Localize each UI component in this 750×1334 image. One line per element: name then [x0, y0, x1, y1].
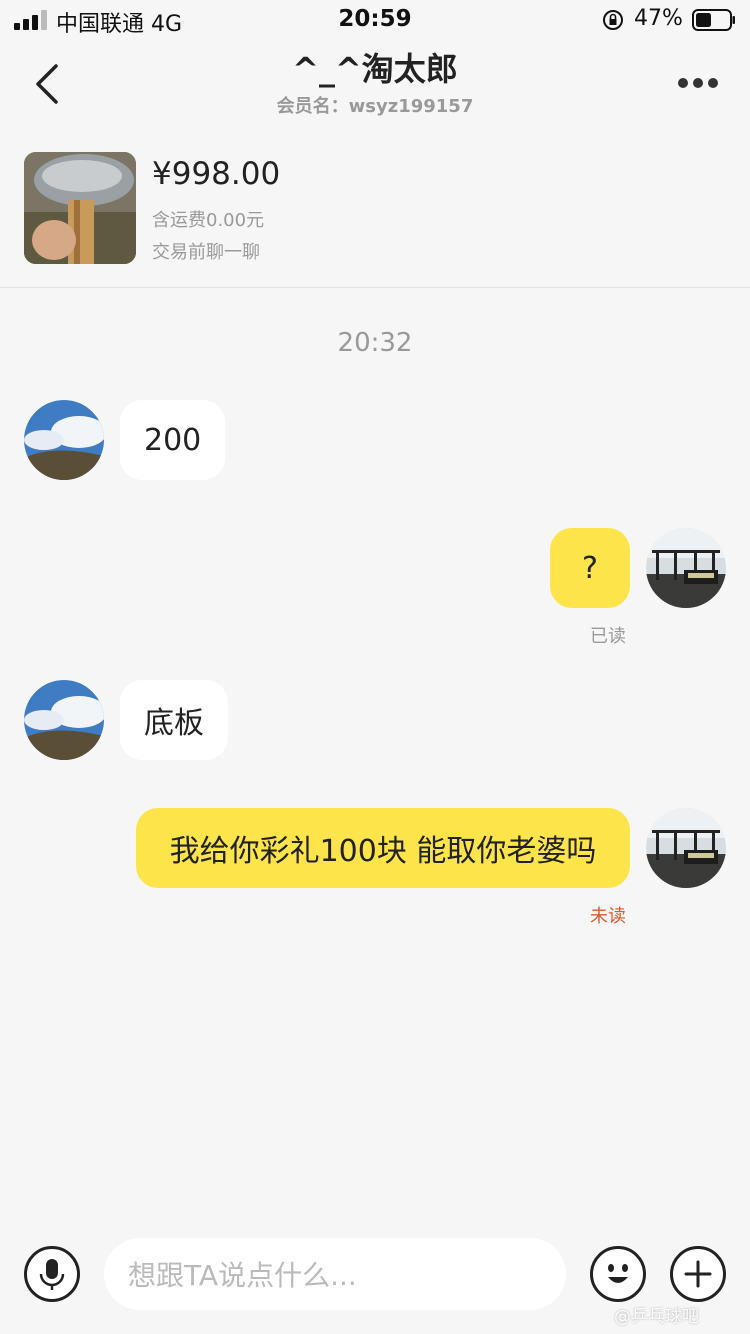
- plus-icon: [684, 1260, 712, 1288]
- divider: [0, 287, 750, 288]
- smiley-icon: [608, 1264, 628, 1283]
- message-bubble[interactable]: 我给你彩礼100块 能取你老婆吗: [136, 808, 630, 888]
- watermark: @乒乓球吧: [614, 1307, 699, 1327]
- unread-status: 未读: [590, 906, 626, 927]
- my-avatar[interactable]: [646, 528, 726, 608]
- message-bubble[interactable]: 底板: [120, 680, 228, 760]
- status-bar: 中国联通 4G 20:59 47%: [0, 0, 750, 40]
- more-options-icon[interactable]: [676, 78, 720, 90]
- page-title: ^_^淘太郎: [292, 50, 458, 88]
- message-bubble[interactable]: ?: [550, 528, 630, 608]
- member-name: 会员名：wsyz199157: [276, 96, 474, 117]
- shipping-fee: 含运费0.00元: [152, 210, 265, 231]
- rotation-lock-icon: [603, 10, 623, 30]
- more-actions-button[interactable]: [670, 1246, 726, 1302]
- battery-icon: [692, 9, 735, 31]
- battery-percent: 47%: [634, 6, 683, 31]
- emoji-button[interactable]: [590, 1246, 646, 1302]
- my-avatar[interactable]: [646, 808, 726, 888]
- product-image[interactable]: [24, 152, 136, 264]
- chat-timestamp: 20:32: [337, 328, 413, 358]
- seller-avatar[interactable]: [24, 400, 104, 480]
- seller-avatar[interactable]: [24, 680, 104, 760]
- message-bubble[interactable]: 200: [120, 400, 226, 480]
- voice-button[interactable]: [24, 1246, 80, 1302]
- product-price: ¥998.00: [152, 156, 281, 192]
- read-status: 已读: [590, 626, 626, 647]
- microphone-icon: [39, 1259, 65, 1290]
- chat-hint: 交易前聊一聊: [152, 242, 260, 263]
- message-input[interactable]: 想跟TA说点什么...: [104, 1238, 566, 1310]
